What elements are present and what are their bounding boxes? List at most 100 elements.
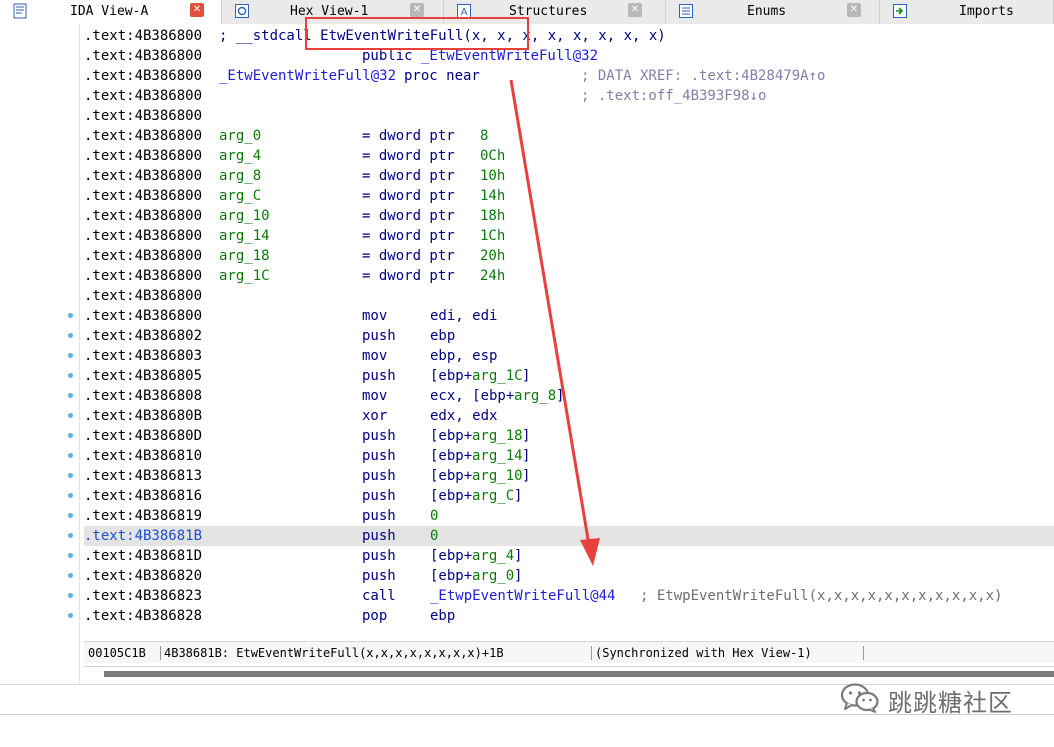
hex-view-icon bbox=[234, 3, 250, 19]
operand: [ebp+ bbox=[430, 368, 473, 384]
line-address: .text:4B386805 bbox=[84, 368, 203, 384]
breakpoint-marker[interactable] bbox=[68, 473, 73, 478]
wechat-icon bbox=[840, 683, 879, 713]
mnemonic: call bbox=[362, 588, 396, 604]
operand-argument: arg_0 bbox=[472, 568, 515, 584]
tab-enums[interactable]: Enums ✕ bbox=[666, 0, 880, 24]
code-line[interactable]: .text:4B386808 mov ecx, [ebp+ arg_8] bbox=[84, 386, 1054, 406]
stack-variable-type: = dword ptr bbox=[362, 248, 455, 264]
close-icon[interactable]: ✕ bbox=[847, 3, 861, 17]
code-line[interactable]: .text:4B386800 ; .text:off_4B393F98↓o bbox=[84, 86, 1054, 106]
code-line[interactable]: .text:4B38681D push [ebp+ arg_4] bbox=[84, 546, 1054, 566]
mnemonic: push bbox=[362, 568, 396, 584]
code-line[interactable]: .text:4B386800 arg_0 = dword ptr 8 bbox=[84, 126, 1054, 146]
line-address: .text:4B386816 bbox=[84, 488, 203, 504]
close-icon[interactable]: ✕ bbox=[190, 3, 204, 17]
operand-argument: arg_4 bbox=[472, 548, 515, 564]
code-line[interactable]: .text:4B386828 pop ebp bbox=[84, 606, 1054, 626]
breakpoint-marker[interactable] bbox=[68, 553, 73, 558]
code-line[interactable]: .text:4B38680D push [ebp+ arg_18] bbox=[84, 426, 1054, 446]
breakpoint-marker[interactable] bbox=[68, 513, 73, 518]
breakpoint-marker[interactable] bbox=[68, 593, 73, 598]
code-line[interactable]: .text:4B386813 push [ebp+ arg_10] bbox=[84, 466, 1054, 486]
mnemonic: push bbox=[362, 548, 396, 564]
operand: ] bbox=[522, 368, 531, 384]
code-line[interactable]: .text:4B38680B xor edx, edx bbox=[84, 406, 1054, 426]
operand: ] bbox=[514, 548, 523, 564]
operand-argument: arg_1C bbox=[472, 368, 523, 384]
code-line[interactable]: .text:4B386802 push ebp bbox=[84, 326, 1054, 346]
code-line[interactable]: .text:4B386820 push [ebp+ arg_0] bbox=[84, 566, 1054, 586]
operand: [ebp+ bbox=[430, 568, 473, 584]
stack-variable: arg_8 bbox=[219, 168, 262, 184]
close-icon[interactable]: ✕ bbox=[410, 3, 424, 17]
line-address: .text:4B38681D bbox=[84, 548, 203, 564]
scrollbar-thumb[interactable] bbox=[104, 671, 1054, 677]
code-line[interactable]: .text:4B386800 arg_1C = dword ptr 24h bbox=[84, 266, 1054, 286]
tab-ida-view-a[interactable]: IDA View-A ✕ bbox=[0, 0, 222, 24]
stack-variable: arg_0 bbox=[219, 128, 262, 144]
tab-imports[interactable]: Imports bbox=[880, 0, 1054, 24]
breakpoint-marker[interactable] bbox=[68, 433, 73, 438]
breakpoint-marker[interactable] bbox=[68, 613, 73, 618]
line-address: .text:4B386800 bbox=[84, 248, 203, 264]
operand-argument: 0 bbox=[430, 528, 439, 544]
mnemonic: push bbox=[362, 428, 396, 444]
operand: edi, edi bbox=[430, 308, 498, 324]
code-line[interactable]: .text:4B386800 bbox=[84, 106, 1054, 126]
breakpoint-marker[interactable] bbox=[68, 413, 73, 418]
code-line[interactable]: .text:4B386800 arg_8 = dword ptr 10h bbox=[84, 166, 1054, 186]
line-address: .text:4B386800 bbox=[84, 228, 203, 244]
breakpoint-marker[interactable] bbox=[68, 333, 73, 338]
code-line[interactable]: .text:4B386800 arg_18 = dword ptr 20h bbox=[84, 246, 1054, 266]
code-line[interactable]: .text:4B386800 arg_C = dword ptr 14h bbox=[84, 186, 1054, 206]
breakpoint-marker[interactable] bbox=[68, 393, 73, 398]
code-line[interactable]: .text:4B386823 call _EtwpEventWriteFull@44… bbox=[84, 586, 1054, 606]
operand: [ebp+ bbox=[430, 448, 473, 464]
code-line[interactable]: .text:4B386800 arg_10 = dword ptr 18h bbox=[84, 206, 1054, 226]
call-target: _EtwpEventWriteFull@44 bbox=[430, 588, 616, 604]
stack-variable-type: = dword ptr bbox=[362, 208, 455, 224]
operand: ecx, [ebp+ bbox=[430, 388, 515, 404]
stack-variable: arg_1C bbox=[219, 268, 270, 284]
code-line[interactable]: .text:4B386800; __stdcall EtwEventWriteF… bbox=[84, 26, 1054, 46]
close-icon[interactable]: ✕ bbox=[628, 3, 642, 17]
code-line[interactable]: .text:4B386810 push [ebp+ arg_14] bbox=[84, 446, 1054, 466]
code-line[interactable]: .text:4B386803 mov ebp, esp bbox=[84, 346, 1054, 366]
code-line[interactable]: .text:4B386816 push [ebp+ arg_C] bbox=[84, 486, 1054, 506]
breakpoint-marker[interactable] bbox=[68, 453, 73, 458]
code-line[interactable]: .text:4B38681B push 0 bbox=[84, 526, 1054, 546]
code-line[interactable]: .text:4B386800 _EtwEventWriteFull@32 proc … bbox=[84, 66, 1054, 86]
operand: ] bbox=[522, 468, 531, 484]
code-line[interactable]: .text:4B386800 arg_4 = dword ptr 0Ch bbox=[84, 146, 1054, 166]
line-address: .text:4B386800 bbox=[84, 208, 203, 224]
line-address: .text:4B386800 bbox=[84, 48, 203, 64]
line-address: .text:4B38681B bbox=[84, 528, 203, 544]
line-address: .text:4B386803 bbox=[84, 348, 203, 364]
stack-variable-offset: 18h bbox=[480, 208, 506, 224]
breakpoint-marker[interactable] bbox=[68, 533, 73, 538]
enums-icon bbox=[678, 3, 694, 19]
mnemonic: push bbox=[362, 448, 396, 464]
operand: [ebp+ bbox=[430, 548, 473, 564]
xref-comment: ; .text:off_4B393F98↓o bbox=[581, 88, 767, 104]
code-line[interactable]: .text:4B386805 push [ebp+ arg_1C] bbox=[84, 366, 1054, 386]
stack-variable-type: = dword ptr bbox=[362, 228, 455, 244]
code-line[interactable]: .text:4B386800 mov edi, edi bbox=[84, 306, 1054, 326]
line-address: .text:4B386813 bbox=[84, 468, 203, 484]
code-line[interactable]: .text:4B386819 push 0 bbox=[84, 506, 1054, 526]
watermark-text: 跳跳糖社区 bbox=[888, 689, 1013, 717]
code-line[interactable]: .text:4B386800 arg_14 = dword ptr 1Ch bbox=[84, 226, 1054, 246]
breakpoint-marker[interactable] bbox=[68, 353, 73, 358]
horizontal-scrollbar[interactable] bbox=[84, 666, 1054, 680]
code-line[interactable]: .text:4B386800 bbox=[84, 286, 1054, 306]
code-line[interactable]: .text:4B386800 public _EtwEventWriteFull@3… bbox=[84, 46, 1054, 66]
breakpoint-marker[interactable] bbox=[68, 493, 73, 498]
operand: ] bbox=[514, 568, 523, 584]
operand-argument: arg_C bbox=[472, 488, 515, 504]
breakpoint-marker[interactable] bbox=[68, 373, 73, 378]
status-location: 4B38681B: EtwEventWriteFull(x,x,x,x,x,x,… bbox=[164, 646, 504, 660]
breakpoint-marker[interactable] bbox=[68, 573, 73, 578]
operand: ] bbox=[556, 388, 565, 404]
breakpoint-marker[interactable] bbox=[68, 313, 73, 318]
